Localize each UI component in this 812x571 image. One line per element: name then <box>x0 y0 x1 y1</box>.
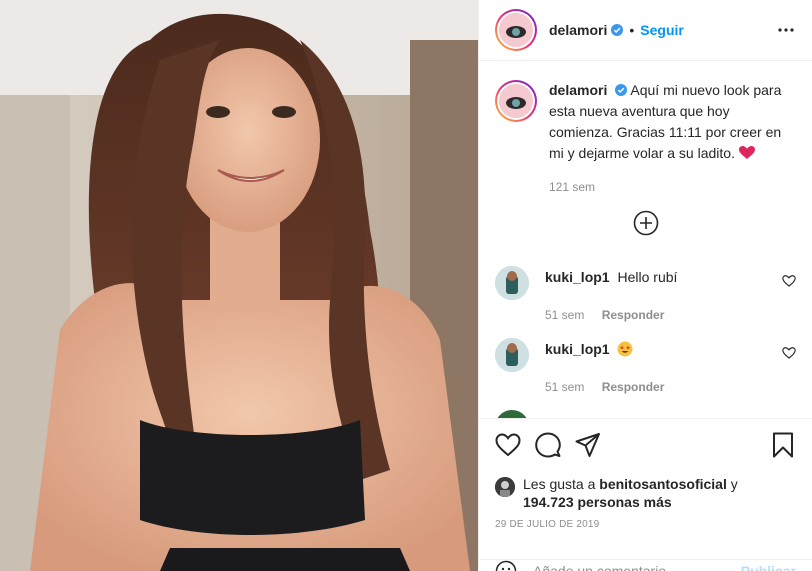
post-date: 29 DE JULIO DE 2019 <box>495 519 600 530</box>
reply-button[interactable]: Responder <box>602 380 665 394</box>
comment-time: 51 sem <box>545 380 585 394</box>
comment-item: kuki_lop1 51 sem Responder <box>495 338 796 394</box>
liker-username[interactable]: benitosantosoficial <box>599 476 727 492</box>
heart-icon[interactable] <box>495 432 521 458</box>
follow-button[interactable]: Seguir <box>640 22 684 38</box>
comment-time: 51 sem <box>545 308 585 322</box>
commenter-avatar[interactable] <box>495 410 529 418</box>
star-struck-emoji-icon <box>617 341 633 357</box>
post-details-panel: delamori • Seguir delamori Aquí mi nuevo… <box>478 0 812 571</box>
likes-prefix: Les gusta a <box>523 476 596 492</box>
likes-count[interactable]: 194.723 personas más <box>523 494 672 510</box>
likes-summary: Les gusta a benitosantosoficial y 194.72… <box>479 471 812 511</box>
post-header: delamori • Seguir <box>479 0 812 61</box>
caption-avatar[interactable] <box>495 80 537 122</box>
comment-text: Hello rubí <box>617 269 678 285</box>
likes-connector: y <box>730 476 738 492</box>
reply-button[interactable]: Responder <box>602 308 665 322</box>
emoji-icon[interactable] <box>495 560 517 571</box>
commenter-avatar[interactable] <box>495 338 529 372</box>
commenter-username[interactable]: kuki_lop1 <box>545 269 610 285</box>
liker-avatar[interactable] <box>495 477 515 497</box>
verified-badge-icon <box>615 84 628 96</box>
separator-dot: • <box>629 22 635 38</box>
share-icon[interactable] <box>575 432 601 458</box>
caption-time: 121 sem <box>549 180 596 194</box>
comment-item: kuki_lop1 Hello rubí 51 sem Responder <box>495 266 796 322</box>
plus-circle-icon[interactable] <box>633 210 659 236</box>
commenter-username[interactable]: kuki_lop1 <box>545 341 610 357</box>
comment-icon[interactable] <box>535 432 561 458</box>
red-heart-emoji-icon <box>738 146 755 159</box>
post-photo[interactable] <box>0 0 478 571</box>
comment-input[interactable]: Añade un comentario... <box>533 563 678 571</box>
bookmark-icon[interactable] <box>770 432 796 458</box>
more-options-icon[interactable] <box>776 22 796 38</box>
author-avatar[interactable] <box>495 9 537 51</box>
commenter-avatar[interactable] <box>495 266 529 300</box>
add-comment-bar: Añade un comentario... Publicar <box>479 559 812 571</box>
post-caption: delamori Aquí mi nuevo look para esta nu… <box>479 62 812 198</box>
publish-button[interactable]: Publicar <box>741 563 796 571</box>
heart-icon[interactable] <box>782 274 796 288</box>
post-actions: Les gusta a benitosantosoficial y 194.72… <box>479 418 812 571</box>
verified-badge-icon <box>611 24 624 36</box>
heart-icon[interactable] <box>782 346 796 360</box>
author-username[interactable]: delamori <box>549 22 607 38</box>
caption-username[interactable]: delamori <box>549 82 607 98</box>
comments-scroll-area[interactable]: delamori Aquí mi nuevo look para esta nu… <box>479 62 812 418</box>
